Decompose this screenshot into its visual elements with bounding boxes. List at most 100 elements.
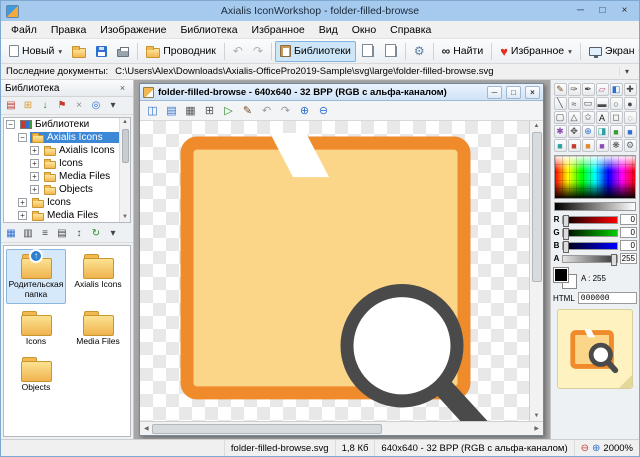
swatch-blue-button[interactable]: ■: [623, 125, 637, 138]
menu-item-image[interactable]: Изображение: [93, 23, 173, 37]
tree-expander[interactable]: +: [30, 146, 39, 155]
gradient-tool[interactable]: ◨: [595, 125, 609, 138]
minimize-button[interactable]: ─: [571, 4, 590, 18]
doc-redo-button[interactable]: ↷: [277, 103, 294, 119]
doc-export-button[interactable]: ▤: [163, 103, 180, 119]
tree-item-icons-sub[interactable]: + Icons: [4, 157, 130, 170]
tree-expander[interactable]: +: [30, 172, 39, 181]
brush-tool[interactable]: ✑: [567, 83, 581, 96]
tree-item-axialis-icons-sub[interactable]: + Axialis Icons: [4, 144, 130, 157]
star-tool[interactable]: ✩: [581, 111, 595, 124]
drawing-canvas[interactable]: [140, 121, 529, 421]
tree-item-libraries[interactable]: − Библиотеки: [4, 118, 130, 131]
blur-tool[interactable]: ❋: [609, 139, 623, 152]
blue-slider[interactable]: [562, 240, 618, 253]
pencil-tool[interactable]: ✎: [553, 83, 567, 96]
select-lasso-tool[interactable]: ◌: [623, 111, 637, 124]
new-folder-button[interactable]: ⊞: [20, 98, 36, 113]
menu-item-library[interactable]: Библиотека: [173, 23, 244, 37]
menu-item-view[interactable]: Вид: [312, 23, 345, 37]
doc-undo-button[interactable]: ↶: [258, 103, 275, 119]
zoom-in-icon[interactable]: ⊕: [592, 443, 600, 454]
folder-item-icons[interactable]: Icons: [6, 306, 66, 351]
undo-button[interactable]: ↶: [228, 41, 248, 62]
swatch-teal-button[interactable]: ■: [553, 139, 567, 152]
explorer-button[interactable]: Проводник: [141, 41, 221, 62]
large-icons-button[interactable]: ▦: [3, 226, 19, 241]
filled-ellipse-tool[interactable]: ●: [623, 97, 637, 110]
swatch-purple-button[interactable]: ■: [595, 139, 609, 152]
ellipse-tool[interactable]: ○: [609, 97, 623, 110]
search-button[interactable]: ◎: [88, 98, 104, 113]
doc-zoom-in-button[interactable]: ⊕: [296, 103, 313, 119]
tree-item-objects-sub[interactable]: + Objects: [4, 183, 130, 196]
recent-dropdown-button[interactable]: ▾: [619, 67, 634, 76]
small-icons-button[interactable]: ▥: [20, 226, 36, 241]
tree-item-media-files-sub[interactable]: + Media Files: [4, 170, 130, 183]
color-picker-tool[interactable]: ✚: [623, 83, 637, 96]
new-library-button[interactable]: ▤: [3, 98, 19, 113]
refresh-button[interactable]: ↻: [88, 226, 104, 241]
alpha-value-field[interactable]: 255: [620, 253, 637, 264]
alpha-slider[interactable]: [562, 253, 618, 266]
document-titlebar[interactable]: folder-filled-browse - 640x640 - 32 BPP …: [140, 84, 543, 101]
tree-item-icons[interactable]: + Icons: [4, 196, 130, 209]
screen-button[interactable]: Экран ▾: [584, 41, 639, 62]
tree-expander[interactable]: −: [18, 133, 27, 142]
favorites-button[interactable]: ♥ Избранное ▾: [495, 41, 577, 62]
panel-close-button[interactable]: ×: [116, 83, 129, 93]
filled-rectangle-tool[interactable]: ▬: [595, 97, 609, 110]
tree-expander[interactable]: +: [18, 211, 27, 220]
menu-item-favorites[interactable]: Избранное: [245, 23, 312, 37]
curve-tool[interactable]: ≈: [567, 97, 581, 110]
scroll-up-icon[interactable]: ▲: [122, 118, 128, 127]
polygon-tool[interactable]: △: [567, 111, 581, 124]
line-tool[interactable]: ╲: [553, 97, 567, 110]
red-slider[interactable]: [562, 214, 618, 227]
paste-button[interactable]: [379, 41, 402, 62]
zoom-out-icon[interactable]: ⊖: [581, 443, 589, 454]
menu-item-edit[interactable]: Правка: [44, 23, 93, 37]
blue-value-field[interactable]: 0: [620, 240, 637, 251]
folder-item-objects[interactable]: Objects: [6, 352, 66, 397]
document-minimize-button[interactable]: ─: [487, 85, 502, 99]
current-color-swatch[interactable]: [553, 267, 577, 289]
swatch-red-button[interactable]: ■: [567, 139, 581, 152]
tree-expander[interactable]: +: [30, 185, 39, 194]
eraser-tool[interactable]: ▱: [595, 83, 609, 96]
menu-item-window[interactable]: Окно: [345, 23, 383, 37]
tree-expander[interactable]: +: [30, 159, 39, 168]
folder-item-media-files[interactable]: Media Files: [68, 306, 128, 351]
doc-test-button[interactable]: ▷: [220, 103, 237, 119]
delete-button[interactable]: ×: [71, 98, 87, 113]
new-button[interactable]: Новый ▾: [4, 41, 67, 62]
import-button[interactable]: ↓: [37, 98, 53, 113]
scrollbar-thumb[interactable]: [121, 129, 129, 163]
recent-document-path[interactable]: C:\Users\Alex\Downloads\Axialis-OfficePr…: [115, 66, 493, 77]
horizontal-scrollbar[interactable]: ◀ ▶: [140, 421, 543, 435]
tree-expander[interactable]: −: [6, 120, 15, 129]
copy-button[interactable]: [356, 41, 379, 62]
select-rectangle-tool[interactable]: ◻: [609, 111, 623, 124]
menu-item-help[interactable]: Справка: [383, 23, 438, 37]
scroll-down-icon[interactable]: ▼: [122, 213, 128, 222]
open-button[interactable]: [67, 41, 91, 62]
scroll-down-icon[interactable]: ▼: [532, 411, 542, 421]
print-button[interactable]: [112, 41, 134, 62]
text-tool[interactable]: A: [595, 111, 609, 124]
filter-button[interactable]: ▾: [105, 226, 121, 241]
zoom-tool[interactable]: ⊕: [581, 125, 595, 138]
save-button[interactable]: [91, 41, 112, 62]
scroll-up-icon[interactable]: ▲: [532, 121, 542, 131]
rectangle-tool[interactable]: ▭: [581, 97, 595, 110]
rounded-rectangle-tool[interactable]: ▢: [553, 111, 567, 124]
document-close-button[interactable]: ×: [525, 85, 540, 99]
doc-grid-button[interactable]: ⊞: [201, 103, 218, 119]
green-slider[interactable]: [562, 227, 618, 240]
maximize-button[interactable]: □: [593, 4, 612, 18]
tree-item-media-files[interactable]: + Media Files: [4, 209, 130, 222]
menu-item-file[interactable]: Файл: [4, 23, 44, 37]
folder-item-axialis-icons[interactable]: Axialis Icons: [68, 249, 128, 304]
document-maximize-button[interactable]: □: [506, 85, 521, 99]
fill-tool[interactable]: ◧: [609, 83, 623, 96]
